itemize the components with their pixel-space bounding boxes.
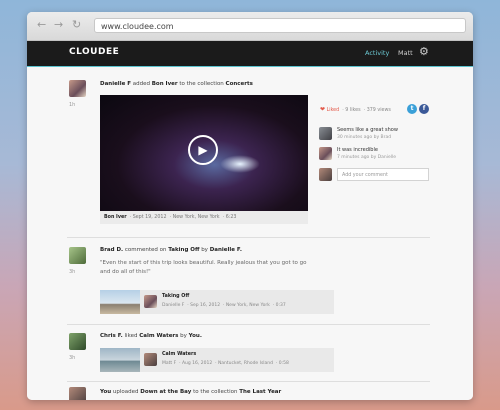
stage-light	[220, 155, 260, 173]
liked-label[interactable]: Liked	[327, 108, 340, 113]
browser-toolbar: ← → ↻ www.cloudee.com	[27, 12, 473, 41]
card-place: Nantucket, Rhode Island	[217, 361, 274, 366]
comment-text: It was incredible	[337, 147, 378, 153]
card-title[interactable]: Taking Off	[162, 294, 189, 299]
action-text: to the collection	[179, 81, 224, 87]
comment-input[interactable]: Add your comment	[337, 168, 429, 181]
user-link[interactable]: You	[100, 389, 111, 395]
action-text: added	[132, 81, 150, 87]
nav-activity[interactable]: Activity	[365, 49, 389, 57]
card-user[interactable]: Danielle F	[162, 303, 184, 308]
like-count: 9 likes	[345, 108, 361, 113]
comment-text: Seems like a great show	[337, 127, 398, 133]
twitter-icon[interactable]: t	[407, 104, 417, 114]
avatar[interactable]	[69, 387, 86, 400]
video-caption: Bon Iver · Sept 19, 2012 · New York, New…	[100, 211, 308, 224]
avatar	[319, 168, 332, 181]
card-place: New York, New York	[225, 303, 270, 308]
caption-title[interactable]: Bon Iver	[104, 215, 127, 220]
video-player[interactable]: ▶	[100, 95, 308, 211]
media-card[interactable]: Calm Waters Matt F · Aug 16, 2012 · Nant…	[100, 348, 334, 372]
action-text: commented on	[124, 247, 167, 253]
reload-icon[interactable]: ↻	[72, 19, 81, 31]
avatar[interactable]	[144, 353, 157, 366]
view-count: 379 views	[366, 108, 391, 113]
avatar[interactable]	[144, 295, 157, 308]
post-time: 3h	[69, 355, 76, 361]
card-duration: 0:37	[275, 303, 286, 308]
action-text: by	[201, 247, 208, 253]
nav-user[interactable]: Matt	[398, 49, 413, 57]
post-time: 1h	[69, 102, 76, 108]
post-headline: Chris F. liked Calm Waters by You.	[100, 333, 202, 339]
comment-meta: 7 minutes ago by Danielle	[337, 155, 397, 160]
gear-icon[interactable]: ⚙	[419, 46, 429, 57]
caption-date: Sept 19, 2012	[132, 215, 167, 220]
arrow-left-icon[interactable]: ←	[37, 19, 46, 31]
item-link[interactable]: Down at the Bay	[140, 389, 191, 395]
app-logo[interactable]: CLOUDEE	[69, 47, 119, 57]
video-thumbnail[interactable]	[100, 348, 140, 372]
avatar[interactable]	[69, 247, 86, 264]
action-text: uploaded	[112, 389, 139, 395]
post-headline: You uploaded Down at the Bay to the coll…	[100, 389, 281, 395]
app-header: CLOUDEE Activity Matt ⚙	[27, 41, 473, 68]
activity-feed: 1h Danielle F added Bon Iver to the coll…	[27, 67, 473, 400]
heart-icon[interactable]: ❤	[320, 106, 325, 113]
card-date: Sep 16, 2012	[190, 303, 221, 308]
action-text: liked	[124, 333, 138, 339]
card-title[interactable]: Calm Waters	[162, 352, 196, 357]
arrow-right-icon[interactable]: →	[54, 19, 63, 31]
caption-duration: 6:23	[225, 215, 237, 220]
comment-quote: "Even the start of this trip looks beaut…	[100, 260, 307, 275]
facebook-icon[interactable]: f	[419, 104, 429, 114]
item-link[interactable]: Calm Waters	[139, 333, 178, 339]
user-link[interactable]: Chris F.	[100, 333, 123, 339]
card-meta: Matt F · Aug 16, 2012 · Nantucket, Rhode…	[162, 361, 289, 366]
post-headline: Brad D. commented on Taking Off by Danie…	[100, 247, 242, 253]
browser-window: ← → ↻ www.cloudee.com CLOUDEE Activity M…	[27, 12, 473, 400]
divider	[67, 324, 430, 325]
divider	[67, 237, 430, 238]
item-link[interactable]: Bon Iver	[152, 81, 178, 87]
like-stats: ❤ Liked · 9 likes · 379 views	[320, 106, 391, 113]
post-headline: Danielle F added Bon Iver to the collect…	[100, 81, 253, 87]
user-link[interactable]: Brad D.	[100, 247, 123, 253]
media-card[interactable]: Taking Off Danielle F · Sep 16, 2012 · N…	[100, 290, 334, 314]
caption-place: New York, New York	[172, 215, 220, 220]
action-text: by	[180, 333, 187, 339]
card-meta: Danielle F · Sep 16, 2012 · New York, Ne…	[162, 303, 286, 308]
avatar[interactable]	[69, 80, 86, 97]
card-user[interactable]: Matt F	[162, 361, 176, 366]
collection-link[interactable]: The Last Year	[239, 389, 281, 395]
address-bar[interactable]: www.cloudee.com	[94, 18, 466, 33]
video-thumbnail[interactable]	[100, 290, 140, 314]
post-time: 3h	[69, 269, 76, 275]
card-duration: 0:58	[278, 361, 289, 366]
owner-link[interactable]: You.	[189, 333, 202, 339]
owner-link[interactable]: Danielle F.	[210, 247, 242, 253]
comment-meta: 30 minutes ago by Brad	[337, 135, 392, 140]
item-link[interactable]: Taking Off	[168, 247, 199, 253]
divider	[67, 381, 430, 382]
collection-link[interactable]: Concerts	[226, 81, 253, 87]
play-icon[interactable]: ▶	[188, 135, 218, 165]
action-text: to the collection	[193, 389, 238, 395]
avatar[interactable]	[69, 333, 86, 350]
avatar[interactable]	[319, 127, 332, 140]
avatar[interactable]	[319, 147, 332, 160]
card-date: Aug 16, 2012	[181, 361, 213, 366]
user-link[interactable]: Danielle F	[100, 81, 131, 87]
